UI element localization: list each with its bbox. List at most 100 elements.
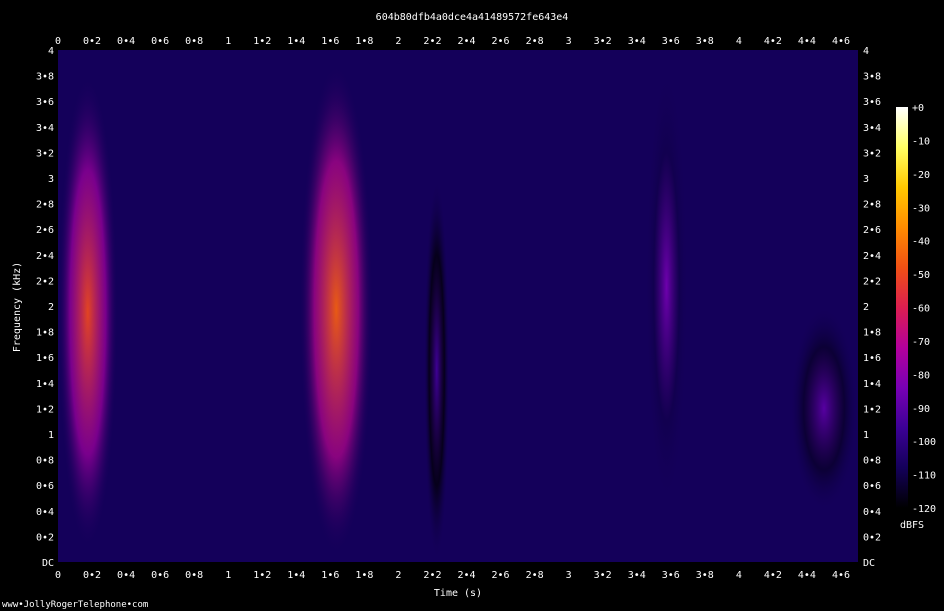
x-tick-label-bottom: 3•4	[628, 570, 646, 581]
colorbar-tick-label: -110	[912, 471, 936, 482]
x-tick-label-top: 1•6	[321, 36, 339, 47]
colorbar-label: dBFS	[900, 520, 924, 531]
spectrogram-background	[58, 50, 858, 562]
x-tick-label-bottom: 3•2	[594, 570, 612, 581]
x-tick-label-top: 4•2	[764, 36, 782, 47]
x-tick-label-bottom: 2•4	[457, 570, 475, 581]
x-tick-label-bottom: 0•2	[83, 570, 101, 581]
y-tick-label-left: DC	[42, 558, 54, 569]
y-tick-label-right: 2•2	[863, 276, 881, 287]
y-tick-label-right: 2•4	[863, 251, 881, 262]
y-tick-label-right: 3	[863, 174, 869, 185]
x-tick-label-bottom: 4•4	[798, 570, 816, 581]
y-axis-label: Frequency (kHz)	[12, 262, 23, 352]
y-tick-label-right: 3•8	[863, 72, 881, 83]
x-tick-label-bottom: 3	[566, 570, 572, 581]
x-tick-label-bottom: 0•8	[185, 570, 203, 581]
y-tick-label-right: 1•2	[863, 404, 881, 415]
y-tick-label-left: 1•8	[36, 328, 54, 339]
x-tick-label-bottom: 1•2	[253, 570, 271, 581]
x-tick-label-top: 1•2	[253, 36, 271, 47]
y-tick-label-left: 2•6	[36, 225, 54, 236]
x-tick-label-bottom: 0	[55, 570, 61, 581]
x-tick-label-top: 3	[566, 36, 572, 47]
x-tick-label-bottom: 2•6	[492, 570, 510, 581]
chart-title: 604b80dfb4a0dce4a41489572fe643e4	[376, 12, 569, 23]
y-tick-label-right: DC	[863, 558, 875, 569]
y-tick-label-right: 0•6	[863, 481, 881, 492]
x-tick-label-bottom: 1•6	[321, 570, 339, 581]
colorbar-tick-label: -120	[912, 504, 936, 515]
y-tick-label-right: 2•6	[863, 225, 881, 236]
y-tick-label-right: 0•8	[863, 456, 881, 467]
y-tick-label-right: 3•6	[863, 97, 881, 108]
colorbar-tick-label: -100	[912, 437, 936, 448]
x-tick-label-top: 3•6	[662, 36, 680, 47]
x-tick-label-top: 1•8	[355, 36, 373, 47]
x-tick-label-top: 0	[55, 36, 61, 47]
title-group: 604b80dfb4a0dce4a41489572fe643e4	[376, 12, 569, 23]
y-tick-label-right: 3•2	[863, 148, 881, 159]
spectrogram-chart: 604b80dfb4a0dce4a41489572fe643e4 0 0•2 0•4…	[0, 0, 944, 611]
x-tick-label-top: 4•4	[798, 36, 816, 47]
y-tick-label-left: 3•8	[36, 72, 54, 83]
y-tick-label-right: 1	[863, 430, 869, 441]
y-tick-label-right: 1•8	[863, 328, 881, 339]
x-tick-label-top: 3•2	[594, 36, 612, 47]
x-tick-label-top: 1	[225, 36, 231, 47]
energy-region	[789, 306, 858, 511]
x-tick-label-bottom: 4•2	[764, 570, 782, 581]
colorbar-tick-label: -70	[912, 337, 930, 348]
y-tick-label-right: 1•6	[863, 353, 881, 364]
x-tick-label-bottom: 3•8	[696, 570, 714, 581]
y-tick-label-left: 4	[48, 46, 54, 57]
y-tick-label-left: 3	[48, 174, 54, 185]
x-tick-label-top: 3•8	[696, 36, 714, 47]
x-tick-label-bottom: 2•2	[423, 570, 441, 581]
x-tick-label-top: 4•6	[832, 36, 850, 47]
x-tick-label-top: 2•8	[526, 36, 544, 47]
y-tick-label-left: 2•8	[36, 200, 54, 211]
x-tick-label-bottom: 4•6	[832, 570, 850, 581]
colorbar-tick-label: -40	[912, 237, 930, 248]
x-tick-label-bottom: 2	[395, 570, 401, 581]
energy-region	[58, 75, 118, 550]
x-axis-label: Time (s)	[434, 588, 482, 599]
colorbar-gradient	[896, 107, 908, 508]
x-tick-label-bottom: 1•4	[287, 570, 305, 581]
energy-region	[299, 62, 373, 556]
y-tick-label-left: 2	[48, 302, 54, 313]
x-tick-label-bottom: 1•8	[355, 570, 373, 581]
x-tick-label-bottom: 1	[225, 570, 231, 581]
energy-region	[423, 178, 450, 562]
footer-url: www•JollyRogerTelephone•com	[2, 600, 149, 610]
y-tick-label-left: 3•6	[36, 97, 54, 108]
y-tick-label-right: 1•4	[863, 379, 881, 390]
x-tick-label-top: 4	[736, 36, 742, 47]
colorbar-tick-label: -90	[912, 404, 930, 415]
y-tick-label-left: 3•4	[36, 123, 54, 134]
y-tick-label-left: 1	[48, 430, 54, 441]
y-tick-label-left: 2•4	[36, 251, 54, 262]
x-tick-label-bottom: 3•6	[662, 570, 680, 581]
y-tick-label-left: 3•2	[36, 148, 54, 159]
colorbar-tick-label: -50	[912, 270, 930, 281]
x-tick-label-top: 2•6	[492, 36, 510, 47]
x-tick-label-top: 1•4	[287, 36, 305, 47]
y-tick-label-left: 2•2	[36, 276, 54, 287]
colorbar-tick-label: -20	[912, 170, 930, 181]
y-tick-label-right: 2•8	[863, 200, 881, 211]
x-tick-label-bottom: 2•8	[526, 570, 544, 581]
y-tick-label-left: 0•4	[36, 507, 54, 518]
x-tick-label-top: 0•8	[185, 36, 203, 47]
y-tick-label-right: 0•4	[863, 507, 881, 518]
x-tick-label-top: 2	[395, 36, 401, 47]
colorbar-tick-label: -80	[912, 370, 930, 381]
x-tick-label-top: 0•4	[117, 36, 135, 47]
energy-region	[645, 62, 688, 511]
y-tick-label-right: 4	[863, 46, 869, 57]
colorbar-tick-label: +0	[912, 103, 924, 114]
x-tick-label-bottom: 0•4	[117, 570, 135, 581]
colorbar-tick-label: -30	[912, 203, 930, 214]
x-tick-label-bottom: 4	[736, 570, 742, 581]
